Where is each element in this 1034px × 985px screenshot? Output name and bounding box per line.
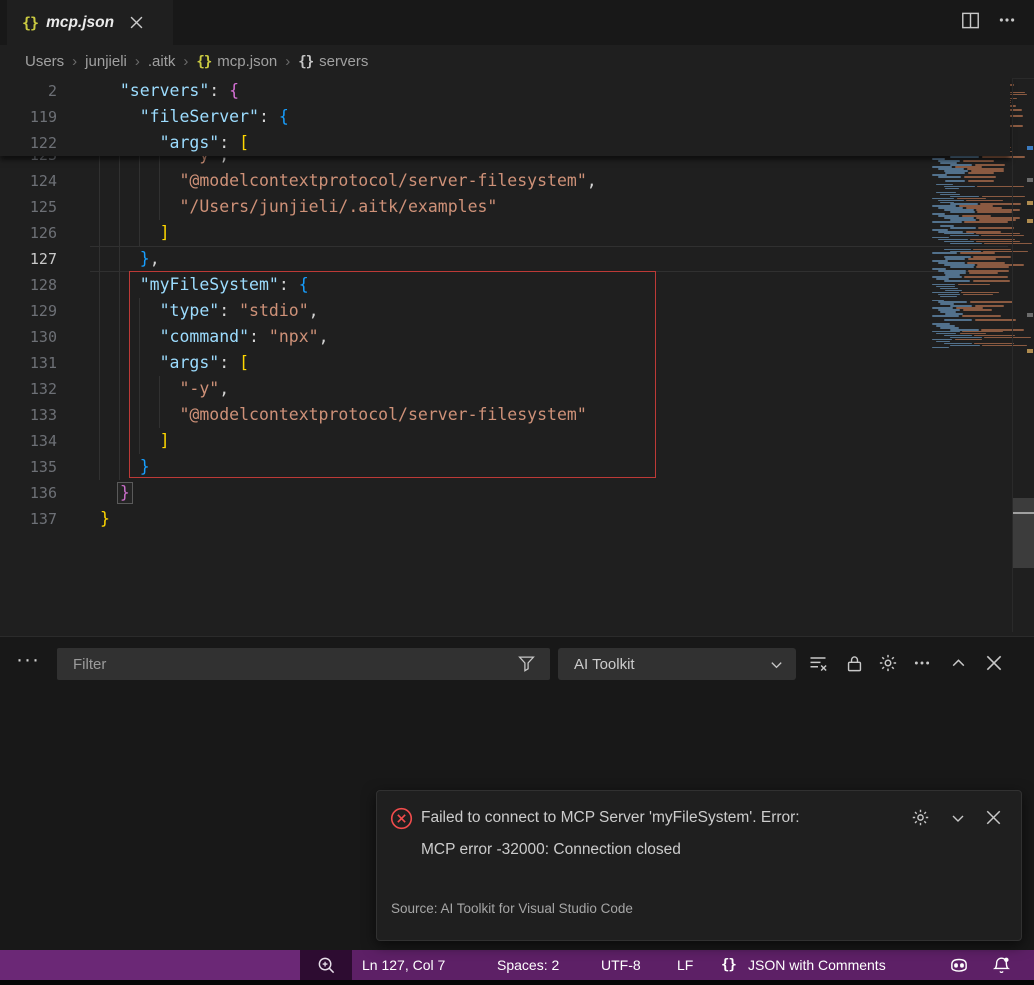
line-number: 129 — [0, 298, 57, 324]
line-content: "servers": { — [100, 78, 239, 104]
code-line-125[interactable]: 125 "/Users/junjieli/.aitk/examples" — [0, 194, 1010, 220]
line-number: 124 — [0, 168, 57, 194]
toast-message-line1: Failed to connect to MCP Server 'myFileS… — [421, 809, 800, 827]
breadcrumb-label: servers — [319, 53, 368, 70]
chevron-down-icon — [769, 657, 784, 672]
split-editor-icon[interactable] — [961, 11, 980, 35]
close-panel-icon[interactable] — [982, 651, 1006, 675]
eol-status[interactable]: LF — [677, 950, 693, 980]
scrollbar-thumb[interactable] — [1013, 498, 1034, 568]
breadcrumb-label: Users — [25, 53, 64, 70]
line-number: 126 — [0, 220, 57, 246]
overview-ruler[interactable] — [1012, 78, 1034, 632]
line-content: "args": [ — [100, 130, 249, 156]
toast-message-line2: MCP error -32000: Connection closed — [421, 841, 681, 859]
output-channel-select[interactable]: AI Toolkit — [558, 648, 796, 680]
line-content: ] — [100, 220, 170, 246]
breadcrumb-separator: › — [135, 53, 140, 70]
filter-funnel-icon[interactable] — [518, 655, 535, 677]
copilot-icon[interactable] — [948, 950, 970, 980]
error-highlight-box — [129, 271, 656, 478]
code-line-119[interactable]: 119 "fileServer": { — [0, 104, 1010, 130]
code-line-127[interactable]: 127 }, — [0, 246, 1010, 272]
line-content: } — [100, 506, 110, 532]
line-content: "@modelcontextprotocol/server-filesystem… — [100, 168, 597, 194]
line-number: 136 — [0, 480, 57, 506]
notification-settings-icon[interactable] — [911, 808, 930, 832]
line-number: 135 — [0, 454, 57, 480]
breadcrumb-separator: › — [285, 53, 290, 70]
symbol-braces-icon: {} — [298, 54, 313, 70]
language-mode-status[interactable]: JSON with Comments — [748, 950, 886, 980]
code-line-2[interactable]: 2 "servers": { — [0, 78, 1010, 104]
notifications-bell-icon[interactable] — [991, 950, 1012, 980]
breadcrumb-separator: › — [183, 53, 188, 70]
notification-close-icon[interactable] — [986, 810, 1001, 830]
line-number: 134 — [0, 428, 57, 454]
lock-icon[interactable] — [842, 651, 866, 675]
breadcrumb-label: .aitk — [148, 53, 176, 70]
zoom-status-icon[interactable] — [300, 950, 352, 980]
line-content: "fileServer": { — [100, 104, 289, 130]
indentation-status[interactable]: Spaces: 2 — [497, 950, 559, 980]
window-bottom-strip — [0, 980, 1034, 985]
cursor-position-status[interactable]: Ln 127, Col 7 — [362, 950, 445, 980]
status-bar-left — [0, 950, 300, 980]
tab-label: mcp.json — [46, 14, 114, 32]
encoding-status[interactable]: UTF-8 — [601, 950, 641, 980]
tab-close-icon[interactable] — [130, 16, 143, 29]
symbol-braces-icon: {} — [196, 54, 211, 70]
toast-source: Source: AI Toolkit for Visual Studio Cod… — [391, 901, 633, 916]
code-line-124[interactable]: 124 "@modelcontextprotocol/server-filesy… — [0, 168, 1010, 194]
json-file-icon: {} — [22, 14, 38, 32]
code-line-136[interactable]: 136 } — [0, 480, 1010, 506]
maximize-panel-icon[interactable] — [946, 651, 970, 675]
breadcrumb-separator: › — [72, 53, 77, 70]
editor-actions — [961, 0, 1016, 45]
language-mode-icon: {} — [721, 950, 736, 980]
notification-collapse-icon[interactable] — [950, 810, 966, 831]
panel-more-actions-icon[interactable] — [910, 651, 934, 675]
minimap[interactable] — [928, 80, 1008, 630]
breadcrumb-item-servers[interactable]: {} servers — [298, 53, 368, 70]
tab-mcp-json[interactable]: {} mcp.json — [7, 0, 173, 45]
line-content: }, — [100, 246, 160, 272]
breadcrumb-item--aitk[interactable]: .aitk — [148, 53, 176, 70]
status-bar: Ln 127, Col 7 Spaces: 2 UTF-8 LF {} JSON… — [0, 950, 1034, 980]
bracket-match-highlight — [117, 482, 133, 504]
clear-output-icon[interactable] — [806, 651, 830, 675]
breadcrumb-item-users[interactable]: Users — [25, 53, 64, 70]
breadcrumb-item-junjieli[interactable]: junjieli — [85, 53, 127, 70]
channel-label: AI Toolkit — [574, 656, 635, 673]
breadcrumb-label: junjieli — [85, 53, 127, 70]
breadcrumb-label: mcp.json — [217, 53, 277, 70]
error-notification-toast: Failed to connect to MCP Server 'myFileS… — [376, 790, 1022, 941]
code-editor[interactable]: 123 "-y",124 "@modelcontextprotocol/serv… — [0, 78, 1034, 632]
error-icon — [390, 807, 413, 835]
filter-input[interactable] — [57, 648, 550, 680]
line-number: 122 — [0, 130, 57, 156]
code-line-122[interactable]: 122 "args": [ — [0, 130, 1010, 156]
gear-icon[interactable] — [876, 651, 900, 675]
sticky-scroll[interactable]: 2 "servers": {119 "fileServer": {122 "ar… — [0, 78, 1010, 156]
overview-cursor-mark — [1013, 512, 1034, 514]
line-number: 127 — [0, 246, 57, 272]
more-actions-icon[interactable] — [998, 11, 1016, 34]
line-content: "/Users/junjieli/.aitk/examples" — [100, 194, 497, 220]
line-number: 132 — [0, 376, 57, 402]
line-number: 133 — [0, 402, 57, 428]
line-number: 128 — [0, 272, 57, 298]
line-number: 137 — [0, 506, 57, 532]
code-line-137[interactable]: 137} — [0, 506, 1010, 532]
breadcrumb-item-mcp-json[interactable]: {} mcp.json — [196, 53, 277, 70]
tab-bar: {} mcp.json — [0, 0, 1034, 45]
line-number: 119 — [0, 104, 57, 130]
line-number: 125 — [0, 194, 57, 220]
line-number: 130 — [0, 324, 57, 350]
panel-more-icon[interactable]: ··· — [16, 645, 44, 675]
line-number: 2 — [0, 78, 57, 104]
line-number: 131 — [0, 350, 57, 376]
breadcrumb: Users › junjieli › .aitk › {} mcp.json › {} server… — [0, 45, 1034, 78]
code-line-126[interactable]: 126 ] — [0, 220, 1010, 246]
